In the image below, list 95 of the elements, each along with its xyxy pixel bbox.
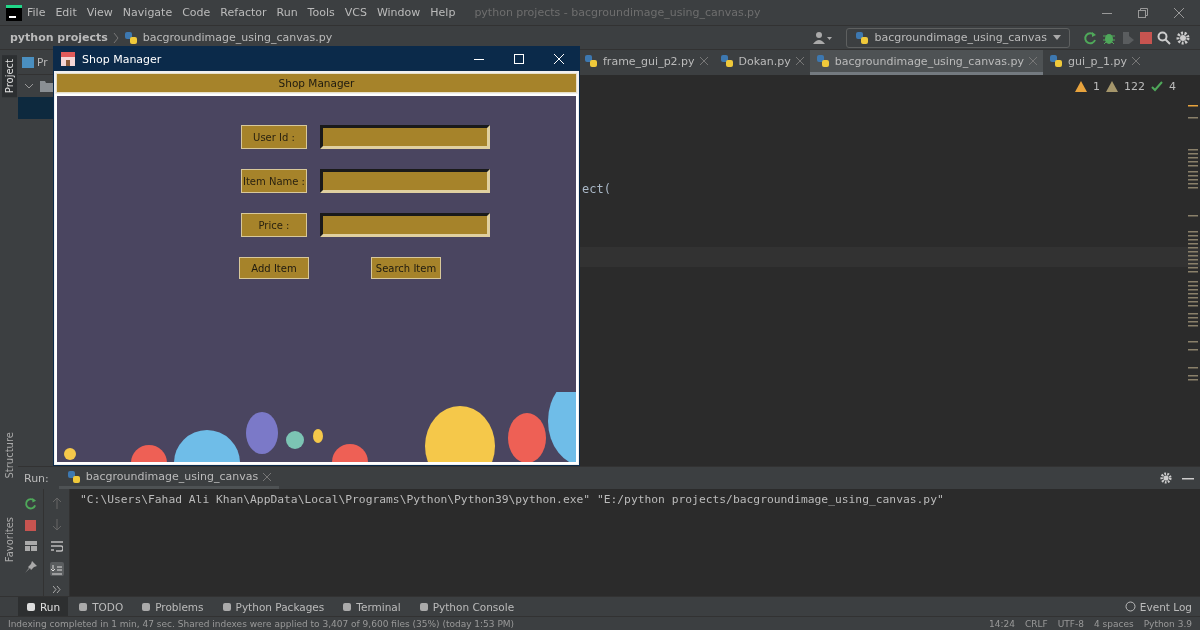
tab-icon [141, 601, 152, 612]
input-field[interactable] [320, 213, 490, 237]
restore-icon[interactable] [1138, 7, 1148, 18]
scroll-end-icon[interactable] [49, 562, 64, 576]
tool-window-tab[interactable]: Run [18, 597, 69, 616]
warning-count[interactable]: 122 [1124, 79, 1145, 93]
python-file-icon [584, 54, 598, 68]
editor-tab[interactable]: frame_gui_p2.py [578, 50, 714, 75]
close-icon[interactable] [1174, 7, 1184, 18]
tab-icon [26, 601, 36, 612]
settings-icon[interactable] [1160, 472, 1172, 484]
chevron-right-icon [112, 31, 119, 44]
breadcrumb-file[interactable]: bacgroundimage_using_canvas.py [142, 31, 333, 44]
chevron-down-icon[interactable] [24, 83, 34, 89]
action-button[interactable]: Add Item [239, 257, 309, 279]
menu-item[interactable]: Navigate [117, 6, 178, 19]
user-icon[interactable] [812, 30, 833, 45]
panel-title: Pr [37, 56, 48, 68]
tab-icon [78, 601, 89, 612]
shop-icon [60, 51, 76, 67]
check-icon [1151, 80, 1163, 92]
python-file-icon [123, 30, 138, 45]
status-message: Indexing completed in 1 min, 47 sec. Shared indexes were applied to 3,407 of 9,600 files (35%) (today 1:53 PM) [8, 618, 515, 629]
settings-icon[interactable] [1176, 30, 1190, 45]
status-item[interactable]: CRLF [1024, 618, 1048, 629]
stop-icon[interactable] [1140, 31, 1152, 44]
error-icon [1075, 80, 1087, 92]
rerun-icon[interactable] [24, 497, 37, 510]
tool-window-tab[interactable]: Python Console [410, 597, 523, 616]
tab-icon [342, 601, 353, 612]
menu-item[interactable]: View [81, 6, 118, 19]
input-field[interactable] [320, 169, 490, 193]
rerun-icon[interactable] [1083, 30, 1097, 45]
close-icon[interactable] [1132, 57, 1141, 65]
menu-item[interactable]: Edit [50, 6, 82, 19]
pin-icon[interactable] [24, 561, 37, 573]
folder-icon [40, 80, 54, 92]
run-label: Run: [24, 471, 49, 485]
maximize-icon [514, 54, 524, 64]
python-file-icon [66, 469, 81, 484]
field-label: User Id : [241, 125, 307, 149]
layout-icon[interactable] [24, 541, 37, 551]
menu-item[interactable]: Window [371, 6, 426, 19]
menu-item[interactable]: Run [271, 6, 303, 19]
app-header: Shop Manager [56, 73, 577, 93]
tool-window-tab[interactable]: Terminal [334, 597, 409, 616]
status-item[interactable]: UTF-8 [1057, 618, 1084, 629]
panel-icon [22, 56, 34, 68]
breadcrumb-project[interactable]: python projects [10, 31, 108, 44]
typo-count[interactable]: 4 [1169, 79, 1176, 93]
tool-window-tab[interactable]: Python Packages [213, 597, 333, 616]
python-file-icon [1049, 54, 1064, 68]
tab-icon [221, 601, 232, 612]
close-icon[interactable] [699, 57, 708, 65]
editor-tab[interactable]: Dokan.py [713, 50, 810, 75]
event-log-tab[interactable]: Event Log [1116, 597, 1200, 616]
close-icon [554, 54, 564, 64]
python-file-icon [854, 30, 869, 45]
console-output: "C:\Users\Fahad Ali Khan\AppData\Local\Programs\Python\Python39\python.exe" "E:/python projects/bacgroundimage_using_canvas.py" [79, 492, 945, 508]
tool-window-tab[interactable]: Structure [1, 428, 17, 483]
menu-item[interactable]: Tools [302, 6, 340, 19]
tool-window-tab[interactable]: Problems [133, 597, 212, 616]
error-count[interactable]: 1 [1093, 79, 1100, 93]
menu-item[interactable]: Code [177, 6, 216, 19]
window-title: Shop Manager [82, 52, 162, 66]
soft-wrap-icon[interactable] [50, 541, 63, 552]
close-icon[interactable] [263, 472, 272, 481]
app-logo-icon [6, 4, 22, 21]
input-field[interactable] [320, 125, 490, 149]
warning-icon [1106, 80, 1118, 92]
more-icon[interactable] [52, 586, 61, 593]
editor-tab[interactable]: bacgroundimage_using_canvas.py [809, 50, 1044, 75]
action-button[interactable]: Search Item [371, 257, 441, 279]
status-item[interactable]: 4 spaces [1093, 618, 1134, 629]
tool-window-tab[interactable]: TODO [70, 597, 132, 616]
search-icon[interactable] [1157, 30, 1171, 45]
close-icon[interactable] [795, 57, 804, 65]
speech-bubble-icon [1124, 601, 1136, 612]
field-label: Price : [241, 213, 307, 237]
tool-window-tab[interactable]: Project [1, 55, 17, 98]
run-configuration-dropdown[interactable]: bacgroundimage_using_canvas [845, 27, 1070, 48]
field-label: Item Name : [241, 169, 307, 193]
caret-icon [1053, 34, 1061, 41]
code-text: ect( [582, 182, 611, 196]
python-file-icon [815, 54, 830, 68]
python-file-icon [719, 54, 734, 68]
editor-tab[interactable]: gui_p_1.py [1043, 50, 1147, 75]
menu-item[interactable]: File [22, 6, 51, 19]
menu-item[interactable]: VCS [339, 6, 372, 19]
tab-icon [418, 601, 429, 612]
status-item[interactable]: 14:24 [989, 618, 1015, 629]
menu-item[interactable]: Refactor [215, 6, 272, 19]
menu-item[interactable]: Help [425, 6, 461, 19]
tool-window-tab[interactable]: Favorites [1, 512, 17, 566]
status-item[interactable]: Python 3.9 [1143, 618, 1192, 629]
